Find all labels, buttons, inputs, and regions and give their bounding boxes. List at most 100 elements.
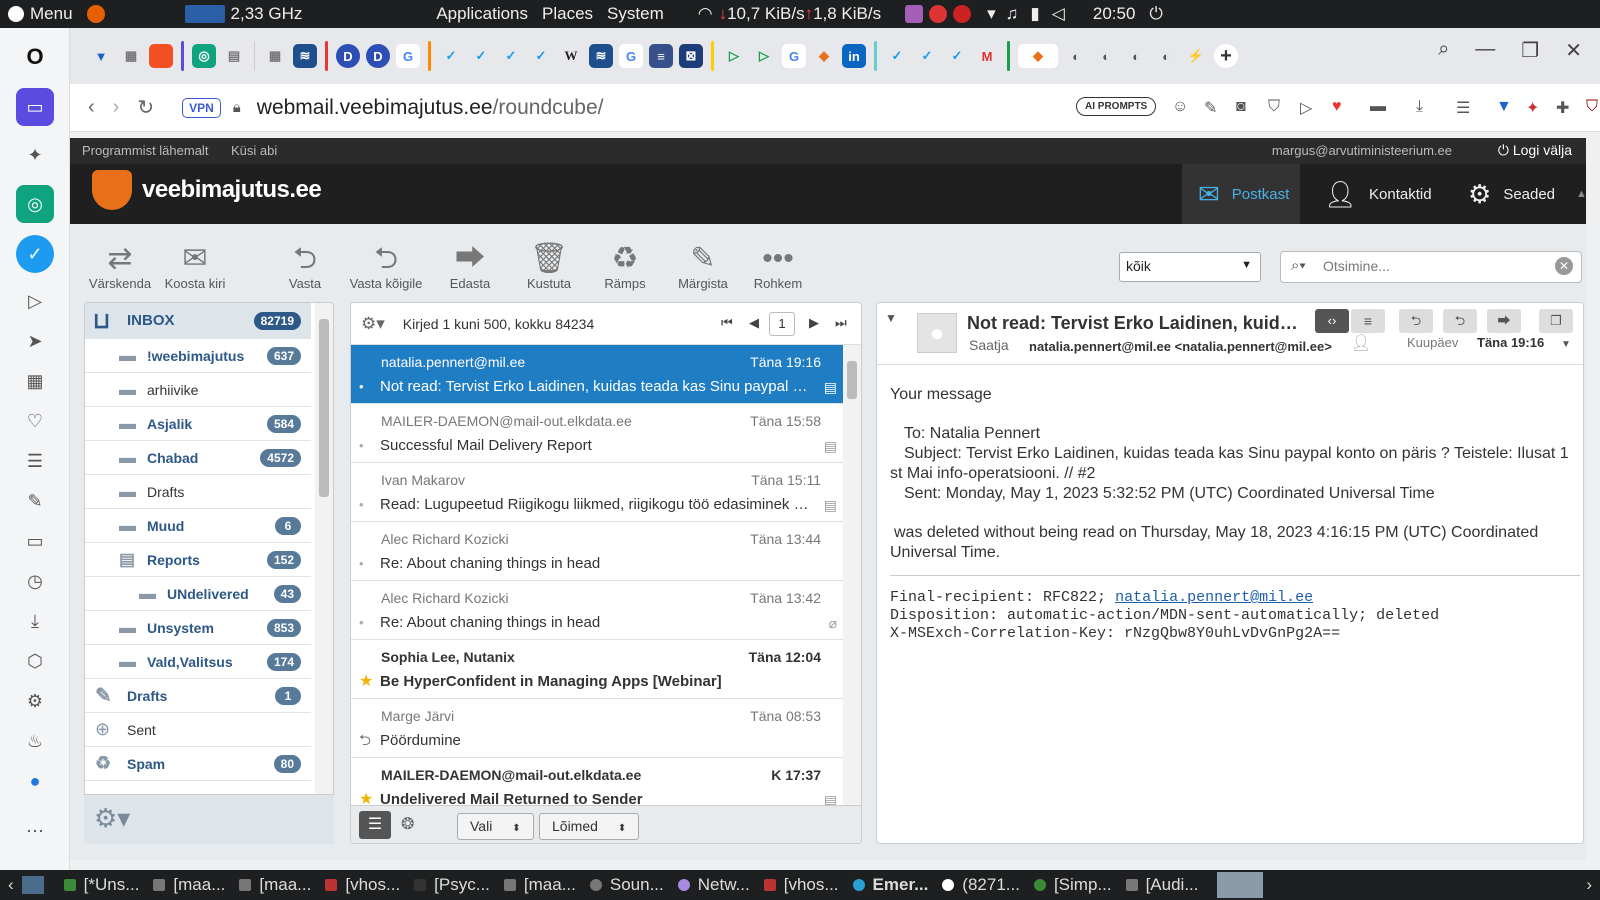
tab-play-icon[interactable]: ▷ bbox=[752, 44, 776, 68]
mark-button[interactable]: ✎ Märgista bbox=[676, 242, 730, 291]
tab-wikipedia-icon[interactable]: W bbox=[559, 44, 583, 68]
filter-select[interactable]: kõik ▼ bbox=[1119, 252, 1261, 282]
folder-sent[interactable]: ⊕ Sent bbox=[85, 713, 311, 747]
folder-drafts[interactable]: ✎ Drafts 1 bbox=[85, 679, 311, 713]
taskbar-item[interactable]: [Simp... bbox=[1033, 875, 1112, 895]
url-field[interactable]: webmail.veebimajutus.ee/roundcube/ bbox=[257, 96, 604, 120]
heart-icon[interactable]: ♡ bbox=[20, 406, 50, 436]
more-dots-icon[interactable]: ⋯ bbox=[20, 816, 50, 846]
tab-loading-icon[interactable]: ◐ bbox=[1064, 44, 1088, 68]
threads-dropdown[interactable]: Lõimed ⬍ bbox=[539, 813, 640, 840]
tab-gmail-icon[interactable]: M bbox=[975, 44, 999, 68]
back-icon[interactable]: ‹ bbox=[88, 96, 95, 119]
tab-google-icon[interactable]: G bbox=[782, 44, 806, 68]
taskbar-right-arrow-icon[interactable]: › bbox=[1586, 875, 1592, 895]
chat-bubble-icon[interactable]: ● bbox=[20, 766, 50, 796]
shield-icon[interactable]: ⛉ bbox=[1268, 98, 1280, 116]
taskbar-active-opera[interactable] bbox=[1216, 872, 1263, 898]
tab-loading-icon[interactable]: ◐ bbox=[1124, 44, 1148, 68]
places-menu[interactable]: Places bbox=[542, 4, 593, 24]
status-dot-icon[interactable]: • bbox=[359, 497, 364, 512]
aria-icon[interactable]: ✦ bbox=[20, 140, 50, 170]
taskbar-left-arrow-icon[interactable]: ‹ bbox=[8, 875, 14, 895]
message-row[interactable]: Sophia Lee, Nutanix Täna 12:04 ★ Be HyperCo… bbox=[351, 640, 843, 699]
folder-unsystem[interactable]: ▬ Unsystem 853 bbox=[85, 611, 311, 645]
reload-icon[interactable]: ↻ bbox=[137, 95, 154, 120]
tab-twitter-icon[interactable]: ✓ bbox=[499, 44, 523, 68]
reply-button[interactable]: ⮌ Vasta bbox=[284, 242, 326, 291]
clock[interactable]: 20:50 bbox=[1093, 4, 1136, 24]
ai-prompts-button[interactable]: AI PROMPTS bbox=[1076, 97, 1157, 116]
tab-google-icon[interactable]: G bbox=[396, 44, 420, 68]
player-icon[interactable]: ▷ bbox=[20, 286, 50, 316]
tab-grid-icon[interactable]: ▦ bbox=[263, 44, 287, 68]
logo[interactable]: veebimajutus.ee bbox=[92, 170, 322, 210]
open-window-icon[interactable]: ❐ bbox=[1539, 309, 1573, 333]
threads-toggle-icon[interactable]: ❂ bbox=[401, 814, 414, 834]
refresh-button[interactable]: ⇄ Värskenda bbox=[86, 242, 154, 291]
cube-icon[interactable]: ⬡ bbox=[20, 646, 50, 676]
forward-icon[interactable]: › bbox=[113, 96, 120, 119]
plain-view-icon[interactable]: ≡ bbox=[1351, 309, 1385, 333]
search-icon[interactable]: ⌕▾ bbox=[1291, 257, 1306, 274]
list-view-icon[interactable]: ☰ bbox=[359, 811, 391, 839]
prev-page-icon[interactable]: ◀ bbox=[749, 315, 759, 331]
reply-all-button[interactable]: ⮌ Vasta kõigile bbox=[346, 242, 426, 291]
downloads-icon[interactable]: ⤓ bbox=[20, 606, 50, 636]
extension-icon[interactable]: ▼ bbox=[1496, 98, 1512, 116]
taskbar-item[interactable]: [Audi... bbox=[1125, 875, 1199, 895]
tab-play-icon[interactable]: ▷ bbox=[722, 44, 746, 68]
tab-shield-icon[interactable]: ▼ bbox=[89, 44, 113, 68]
minimize-icon[interactable]: — bbox=[1475, 38, 1495, 63]
folder-weebimajutus[interactable]: ▬ !weebimajutus 637 bbox=[85, 339, 311, 373]
tab-site-icon[interactable]: ≋ bbox=[293, 44, 317, 68]
clear-search-icon[interactable]: ✕ bbox=[1555, 257, 1573, 275]
opera-logo-icon[interactable]: O bbox=[20, 42, 50, 72]
tab-loading-icon[interactable]: ◐ bbox=[1154, 44, 1178, 68]
status-dot-icon[interactable]: • bbox=[359, 438, 364, 453]
message-row[interactable]: Ivan Makarov Täna 15:11 • Read: Lugupeetud … bbox=[351, 463, 843, 522]
spam-button[interactable]: ♻ Rämps bbox=[602, 242, 648, 291]
twitter-icon[interactable]: ✓ bbox=[16, 235, 54, 273]
new-tab-plus-icon[interactable]: + bbox=[1214, 44, 1238, 68]
list-scrollbar[interactable] bbox=[843, 345, 861, 805]
tab-office-icon[interactable] bbox=[149, 44, 173, 68]
chatgpt-icon[interactable]: ◎ bbox=[16, 185, 54, 223]
apps-grid-icon[interactable]: ▦ bbox=[20, 366, 50, 396]
menu-button[interactable]: Menu bbox=[8, 4, 73, 24]
tab-app-icon[interactable]: ⊠ bbox=[679, 44, 703, 68]
next-page-icon[interactable]: ▶ bbox=[809, 315, 819, 331]
settings-gear-icon[interactable]: ⚙ bbox=[20, 686, 50, 716]
logout-button[interactable]: ⏻ Logi välja bbox=[1498, 142, 1572, 159]
send-icon[interactable]: ▷ bbox=[1300, 98, 1312, 118]
list-options-icon[interactable]: ⚙▾ bbox=[361, 314, 385, 334]
edit-icon[interactable]: ✎ bbox=[20, 486, 50, 516]
tab-fox-icon[interactable]: ◆ bbox=[812, 44, 836, 68]
compose-button[interactable]: ✉ Koosta kiri bbox=[160, 242, 230, 291]
history-icon[interactable]: ◷ bbox=[20, 566, 50, 596]
about-link[interactable]: Programmist lähemalt bbox=[82, 143, 208, 158]
star-icon[interactable]: ★ bbox=[359, 671, 373, 691]
news-icon[interactable]: ☰ bbox=[20, 446, 50, 476]
reply-all-icon[interactable]: ⮌ bbox=[1443, 309, 1477, 333]
delete-button[interactable]: 🗑︎ Kustuta bbox=[524, 242, 574, 291]
folder-vald-valitsus[interactable]: ▬ Vald,Valitsus 174 bbox=[85, 645, 311, 679]
ublock-icon[interactable]: ⛉ bbox=[1586, 98, 1598, 116]
workspace-icon[interactable]: ▭ bbox=[16, 88, 54, 126]
gear-icon[interactable]: ⚙▾ bbox=[94, 803, 130, 834]
taskbar-item[interactable]: (8271... bbox=[942, 875, 1020, 895]
tab-linkedin-icon[interactable]: in bbox=[842, 44, 866, 68]
camera-icon[interactable]: ◙ bbox=[1236, 98, 1246, 116]
applications-menu[interactable]: Applications bbox=[436, 4, 528, 24]
nav-settings[interactable]: ⚙ Seaded bbox=[1452, 164, 1571, 224]
tab-app-icon[interactable]: ≡ bbox=[649, 44, 673, 68]
folder-spam[interactable]: ♻ Spam 80 bbox=[85, 747, 311, 781]
html-view-icon[interactable]: ‹› bbox=[1315, 309, 1349, 333]
nav-contacts[interactable]: 👤︎ Kontaktid bbox=[1308, 164, 1448, 224]
search-input[interactable]: ⌕▾ Otsimine... ✕ bbox=[1280, 251, 1582, 283]
folder-drafts-sub[interactable]: ▬ Drafts bbox=[85, 475, 311, 509]
pen-icon[interactable]: ✎ bbox=[1204, 98, 1217, 118]
lightbulb-icon[interactable]: ♨ bbox=[20, 726, 50, 756]
tab-grid-icon[interactable]: ▦ bbox=[119, 44, 143, 68]
recipient-link[interactable]: natalia.pennert@mil.ee bbox=[1115, 589, 1313, 606]
